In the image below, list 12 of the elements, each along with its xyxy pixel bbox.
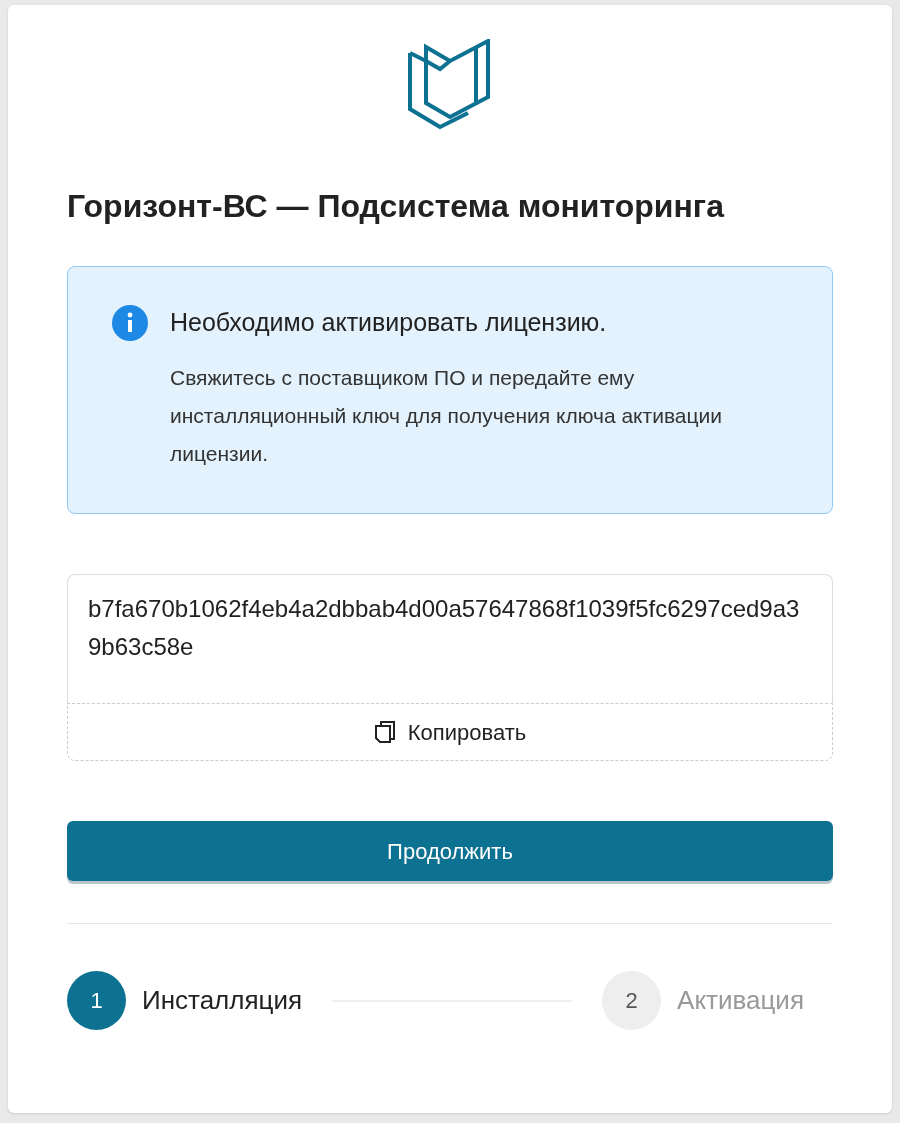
alert-heading: Необходимо активировать лицензию. (170, 307, 608, 338)
app-title: Горизонт-ВС — Подсистема мониторинга (67, 187, 726, 226)
step-label: Активация (677, 984, 804, 1017)
continue-button[interactable]: Продолжить (67, 821, 833, 881)
alert-text: Свяжитесь с поставщиком ПО и передайте ему инсталляционный ключ для получения ключа активации лицензии. (170, 365, 723, 467)
copy-button[interactable]: Копировать (67, 703, 833, 761)
copy-icon (373, 720, 396, 744)
step-label: Инсталляция (142, 984, 303, 1017)
key-field[interactable]: b7fa670b1062f4eb4a2dbbab4d00a57647868f1039f5fc6297ced9a39b63c58e (67, 574, 833, 703)
step-number: 1 (67, 971, 126, 1030)
info-icon (112, 305, 148, 341)
step-number: 2 (602, 971, 662, 1030)
